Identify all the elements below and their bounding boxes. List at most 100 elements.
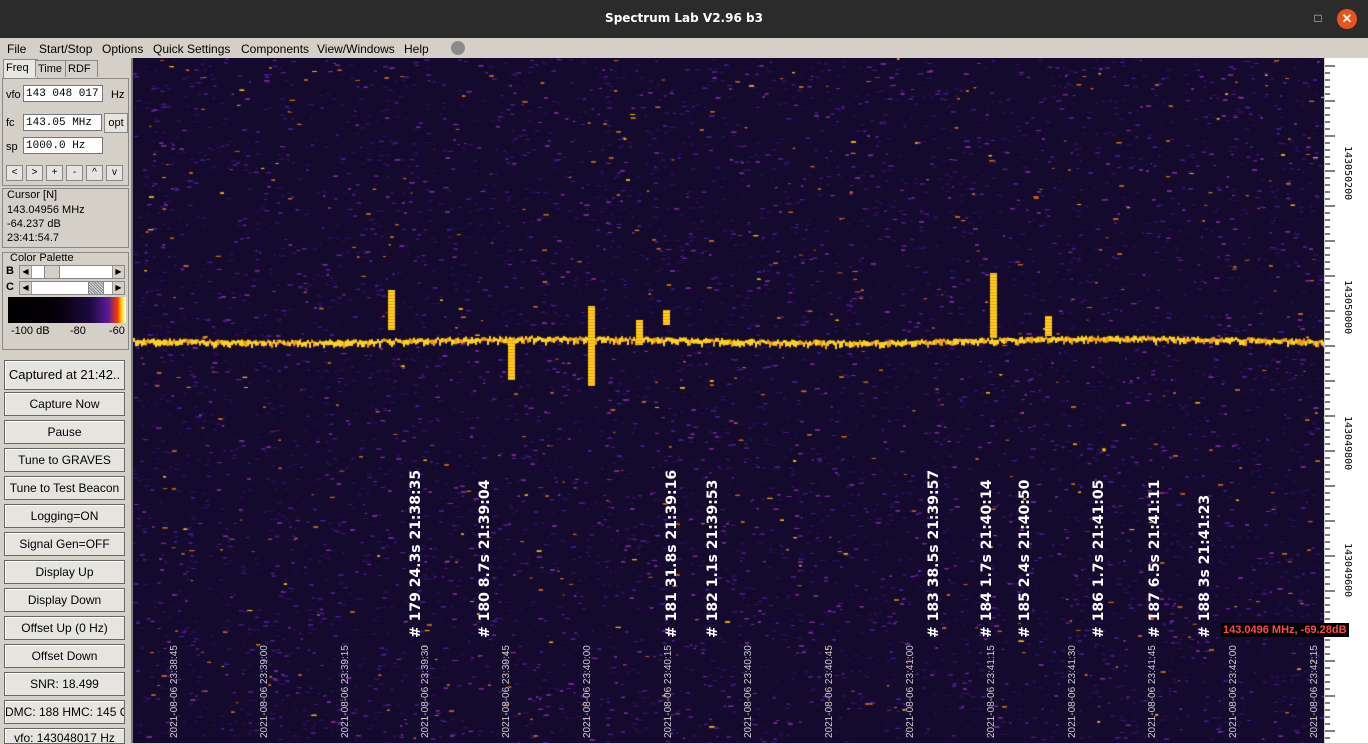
palette-title: Color Palette	[10, 252, 74, 264]
title-bar: Spectrum Lab V2.96 b3 □ ✕	[0, 0, 1368, 38]
time-label: 2021-08-06 23:39:00	[259, 645, 270, 738]
tab-time[interactable]: Time	[35, 60, 68, 77]
detection-label: # 180 8.7s 21:39:04	[477, 479, 493, 638]
menu-components[interactable]: Components	[241, 42, 309, 56]
palette-tick: -80	[70, 325, 86, 337]
frequency-axis-label: 143050000	[1342, 280, 1353, 335]
color-palette: Color Palette B ◀ ▶ C ◀ ▶ -100 dB -80 -6…	[2, 252, 129, 350]
tab-freq[interactable]: Freq	[3, 59, 38, 78]
time-label: 2021-08-06 23:40:00	[582, 645, 593, 738]
cursor-readout: 143.0496 MHz, -69.28dB	[1221, 623, 1349, 637]
down-button[interactable]: v	[106, 165, 123, 181]
brightness-slider[interactable]: ◀ ▶	[19, 265, 125, 279]
tune-graves-button[interactable]: Tune to GRAVES	[4, 448, 125, 472]
arrow-right-icon[interactable]: ▶	[112, 282, 124, 294]
palette-scale: -100 dB -80 -60	[8, 325, 126, 339]
zoom-in-button[interactable]: +	[46, 165, 63, 181]
frequency-axis-label: 143049800	[1342, 416, 1353, 471]
scroll-left-button[interactable]: <	[6, 165, 23, 181]
detection-label: # 179 24.3s 21:38:35	[408, 469, 424, 638]
palette-tick: -60	[109, 325, 125, 337]
detection-label: # 186 1.7s 21:41:05	[1091, 479, 1107, 638]
slider-thumb[interactable]	[88, 282, 104, 294]
snr-button[interactable]: SNR: 18.499	[4, 672, 125, 696]
scroll-right-button[interactable]: >	[26, 165, 43, 181]
menu-help[interactable]: Help	[404, 42, 429, 56]
menu-view-windows[interactable]: View/Windows	[317, 42, 395, 56]
fc-input[interactable]: 143.05 MHz	[23, 114, 102, 131]
brightness-label: B	[6, 265, 14, 277]
detection-label: # 181 31.8s 21:39:16	[664, 469, 680, 638]
cursor-title: Cursor [N]	[7, 189, 58, 201]
vfo-unit: Hz	[111, 89, 125, 101]
contrast-label: C	[6, 281, 14, 293]
time-label: 2021-08-06 23:40:30	[743, 645, 754, 738]
time-label: 2021-08-06 23:39:15	[340, 645, 351, 738]
detection-label: # 185 2.4s 21:40:50	[1017, 479, 1033, 638]
time-label: 2021-08-06 23:40:15	[663, 645, 674, 738]
offset-up-button[interactable]: Offset Up (0 Hz)	[4, 616, 125, 640]
time-label: 2021-08-06 23:38:45	[169, 645, 180, 738]
menu-quick-settings[interactable]: Quick Settings	[153, 42, 230, 56]
window-title: Spectrum Lab V2.96 b3	[605, 11, 763, 25]
time-label: 2021-08-06 23:41:15	[986, 645, 997, 738]
detection-label: # 187 6.5s 21:41:11	[1147, 479, 1163, 638]
frequency-settings: vfo 143 048 017 Hz fc 143.05 MHz opt sp …	[2, 78, 129, 186]
palette-tick: -100 dB	[11, 325, 50, 337]
contrast-slider[interactable]: ◀ ▶	[19, 281, 125, 295]
arrow-right-icon[interactable]: ▶	[112, 266, 124, 278]
frequency-axis-label: 143050200	[1342, 146, 1353, 201]
palette-gradient	[8, 297, 126, 323]
tune-test-beacon-button[interactable]: Tune to Test Beacon	[4, 476, 125, 500]
signal-gen-button[interactable]: Signal Gen=OFF	[4, 532, 125, 556]
sp-input[interactable]: 1000.0 Hz	[23, 137, 103, 154]
cursor-time: 23:41:54.7	[7, 232, 59, 244]
cursor-level: -64.237 dB	[7, 218, 61, 230]
capture-now-button[interactable]: Capture Now	[4, 392, 125, 416]
logging-button[interactable]: Logging=ON	[4, 504, 125, 528]
status-indicator-icon	[451, 41, 465, 55]
offset-down-button[interactable]: Offset Down	[4, 644, 125, 668]
captured-button[interactable]: Captured at 21:42..	[4, 360, 125, 390]
time-label: 2021-08-06 23:39:30	[420, 645, 431, 738]
waterfall-display[interactable]: # 179 24.3s 21:38:35 # 180 8.7s 21:39:04…	[131, 58, 1326, 743]
arrow-left-icon[interactable]: ◀	[20, 282, 32, 294]
time-label: 2021-08-06 23:39:45	[501, 645, 512, 738]
detection-label: # 183 38.5s 21:39:57	[926, 469, 942, 638]
cursor-frequency: 143.04956 MHz	[7, 204, 85, 216]
vfo-label: vfo	[6, 89, 21, 101]
display-down-button[interactable]: Display Down	[4, 588, 125, 612]
time-label: 2021-08-06 23:42:15	[1309, 645, 1320, 738]
close-icon[interactable]: ✕	[1337, 9, 1357, 29]
time-label: 2021-08-06 23:41:30	[1067, 645, 1078, 738]
time-label: 2021-08-06 23:40:45	[824, 645, 835, 738]
cursor-info: Cursor [N] 143.04956 MHz -64.237 dB 23:4…	[2, 188, 129, 248]
time-label: 2021-08-06 23:41:45	[1147, 645, 1158, 738]
hmc-button[interactable]: DMC: 188 HMC: 145 Q: (	[4, 700, 125, 724]
detection-label: # 182 1.1s 21:39:53	[705, 479, 721, 638]
frequency-axis[interactable]: 143050200 143050000 143049800 143049600	[1324, 58, 1368, 743]
vfo-input[interactable]: 143 048 017	[23, 85, 103, 102]
control-panel: Freq Time RDF vfo 143 048 017 Hz fc 143.…	[0, 58, 131, 744]
slider-thumb[interactable]	[44, 266, 60, 278]
menu-start-stop[interactable]: Start/Stop	[39, 42, 92, 56]
up-button[interactable]: ^	[86, 165, 103, 181]
arrow-left-icon[interactable]: ◀	[20, 266, 32, 278]
display-up-button[interactable]: Display Up	[4, 560, 125, 584]
pause-button[interactable]: Pause	[4, 420, 125, 444]
fc-label: fc	[6, 117, 15, 129]
menu-file[interactable]: File	[7, 42, 26, 56]
frequency-axis-label: 143049600	[1342, 543, 1353, 598]
menu-options[interactable]: Options	[102, 42, 143, 56]
time-label: 2021-08-06 23:42:00	[1228, 645, 1239, 738]
opt-button[interactable]: opt	[104, 113, 128, 133]
time-label: 2021-08-06 23:41:00	[905, 645, 916, 738]
restore-icon[interactable]: □	[1312, 12, 1324, 24]
waterfall-canvas[interactable]	[133, 58, 1326, 743]
tab-rdf[interactable]: RDF	[65, 60, 98, 77]
sp-label: sp	[6, 141, 18, 153]
detection-label: # 184 1.7s 21:40:14	[979, 479, 995, 638]
zoom-out-button[interactable]: -	[66, 165, 83, 181]
vfo-status-button[interactable]: vfo: 143048017 Hz	[4, 728, 125, 744]
menu-bar: File Start/Stop Options Quick Settings C…	[0, 38, 1368, 58]
